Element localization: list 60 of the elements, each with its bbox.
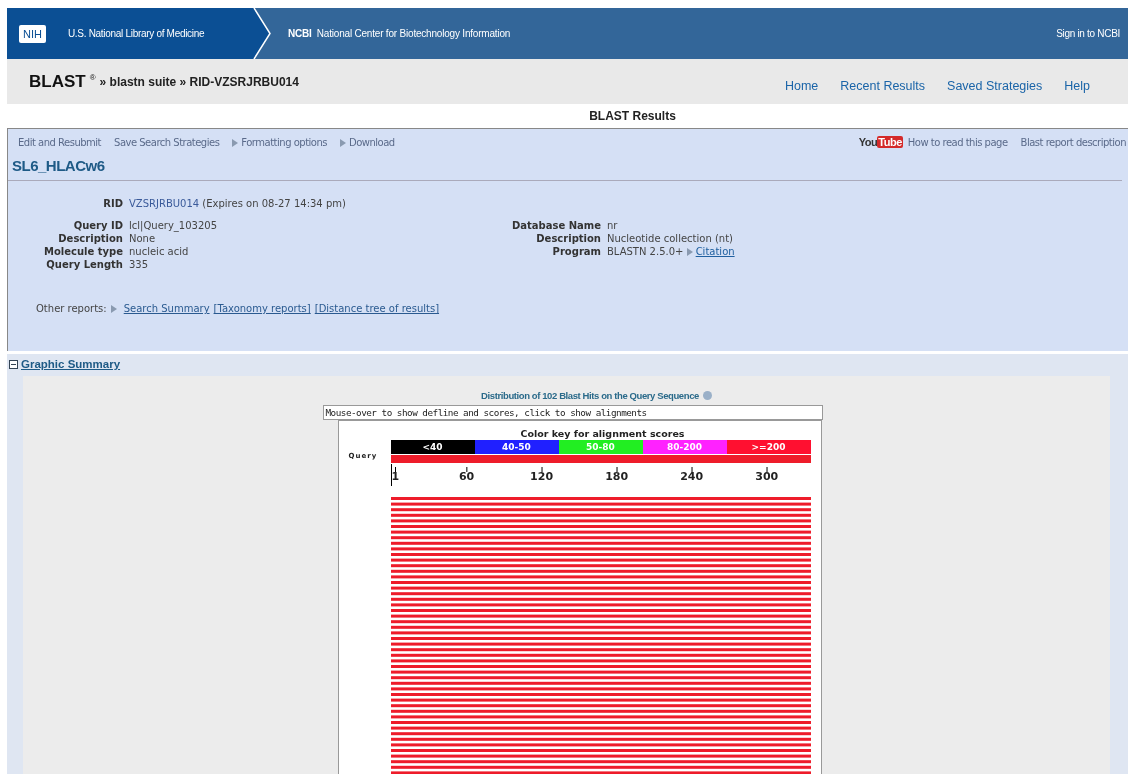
triangle-icon — [232, 138, 239, 147]
library-link[interactable]: U.S. National Library of Medicine — [67, 28, 205, 39]
triangle-icon — [340, 138, 346, 147]
field-value: nr — [607, 219, 618, 232]
ncbi-link[interactable]: NCBI National Center for Biotechnology Information — [288, 28, 511, 39]
hits-drawing[interactable] — [390, 494, 811, 774]
nav-link[interactable]: Help — [1064, 78, 1090, 93]
field-label: RID — [102, 197, 123, 210]
ruler-tick: 120 — [530, 467, 554, 483]
score-key: <40 — [390, 440, 475, 454]
key-title: Color key for alignment scores — [519, 428, 686, 440]
toolbar-link[interactable]: Edit and Resubmit — [18, 136, 102, 148]
triangle-icon — [110, 304, 117, 313]
citation-link[interactable]: Citation — [686, 246, 735, 257]
report-link[interactable]: Search Summary — [123, 303, 210, 314]
report-guide-link[interactable]: How to read this page — [907, 136, 1008, 148]
toolbar-link[interactable]: Download — [340, 136, 395, 148]
nih-logo[interactable]: NIH — [19, 24, 46, 43]
sign-in-link[interactable]: Sign in to NCBI — [1056, 28, 1120, 39]
toolbar-link[interactable]: Formatting options — [232, 136, 327, 148]
field-value: lcl|Query_103205 — [129, 219, 217, 232]
field-value: nucleic acid — [129, 245, 189, 258]
job-title: SL6_HLACw6 — [8, 155, 1122, 181]
toolbar-link[interactable]: Save Search Strategies — [114, 136, 220, 148]
ruler-tick: 300 — [755, 467, 779, 483]
field-label: Description — [57, 232, 123, 245]
score-key: >=200 — [726, 440, 811, 454]
report-guide-link[interactable]: Blast report description — [1020, 136, 1126, 148]
other-reports-label: Other reports: — [36, 303, 107, 314]
field-label: Program — [551, 245, 601, 258]
field-label: Molecule type — [43, 245, 123, 258]
ruler-tick: 60 — [458, 467, 475, 483]
blast-logo[interactable]: BLAST $^{®}$ — [29, 71, 96, 92]
section-title[interactable]: Graphic Summary — [21, 358, 121, 370]
report-link[interactable]: [Distance tree of results] — [314, 303, 440, 314]
nav-link[interactable]: Home — [784, 78, 819, 93]
field-label: Query Length — [45, 258, 123, 271]
score-key: 50-80 — [558, 440, 643, 454]
field-value: None — [129, 232, 156, 245]
nav-link[interactable]: Saved Strategies — [947, 78, 1043, 93]
collapse-icon[interactable] — [9, 359, 18, 369]
ruler-tick: 1 — [391, 467, 400, 483]
score-key: 80-200 — [642, 440, 727, 454]
field-label: Description — [535, 232, 601, 245]
report-link[interactable]: [Taxonomy reports] — [213, 303, 311, 314]
nav-link[interactable]: Recent Results — [840, 78, 926, 93]
triangle-icon — [686, 248, 693, 256]
rid-link[interactable]: VZSRJRBU014 — [129, 198, 200, 209]
field-value: 335 — [129, 258, 149, 271]
field-value: BLASTN 2.5.0+ — [607, 246, 684, 257]
chart-heading: Distribution of 102 Blast Hits on the Query Sequence — [481, 390, 699, 401]
field-label: Query ID — [72, 219, 123, 232]
score-key: 40-50 — [474, 440, 559, 454]
field-value: Nucleotide collection (nt) — [607, 232, 733, 245]
ruler-tick: 180 — [605, 467, 629, 483]
hint-field: Mouse-over to show defline and scores, click to show alignments — [322, 405, 823, 420]
ruler-tick: 240 — [680, 467, 704, 483]
expiry-note: (Expires on 08-27 14:34 pm) — [202, 198, 346, 209]
field-label: Database Name — [510, 219, 601, 232]
breadcrumb: » blastn suite » RID-VZSRJRBU014 — [99, 74, 299, 89]
